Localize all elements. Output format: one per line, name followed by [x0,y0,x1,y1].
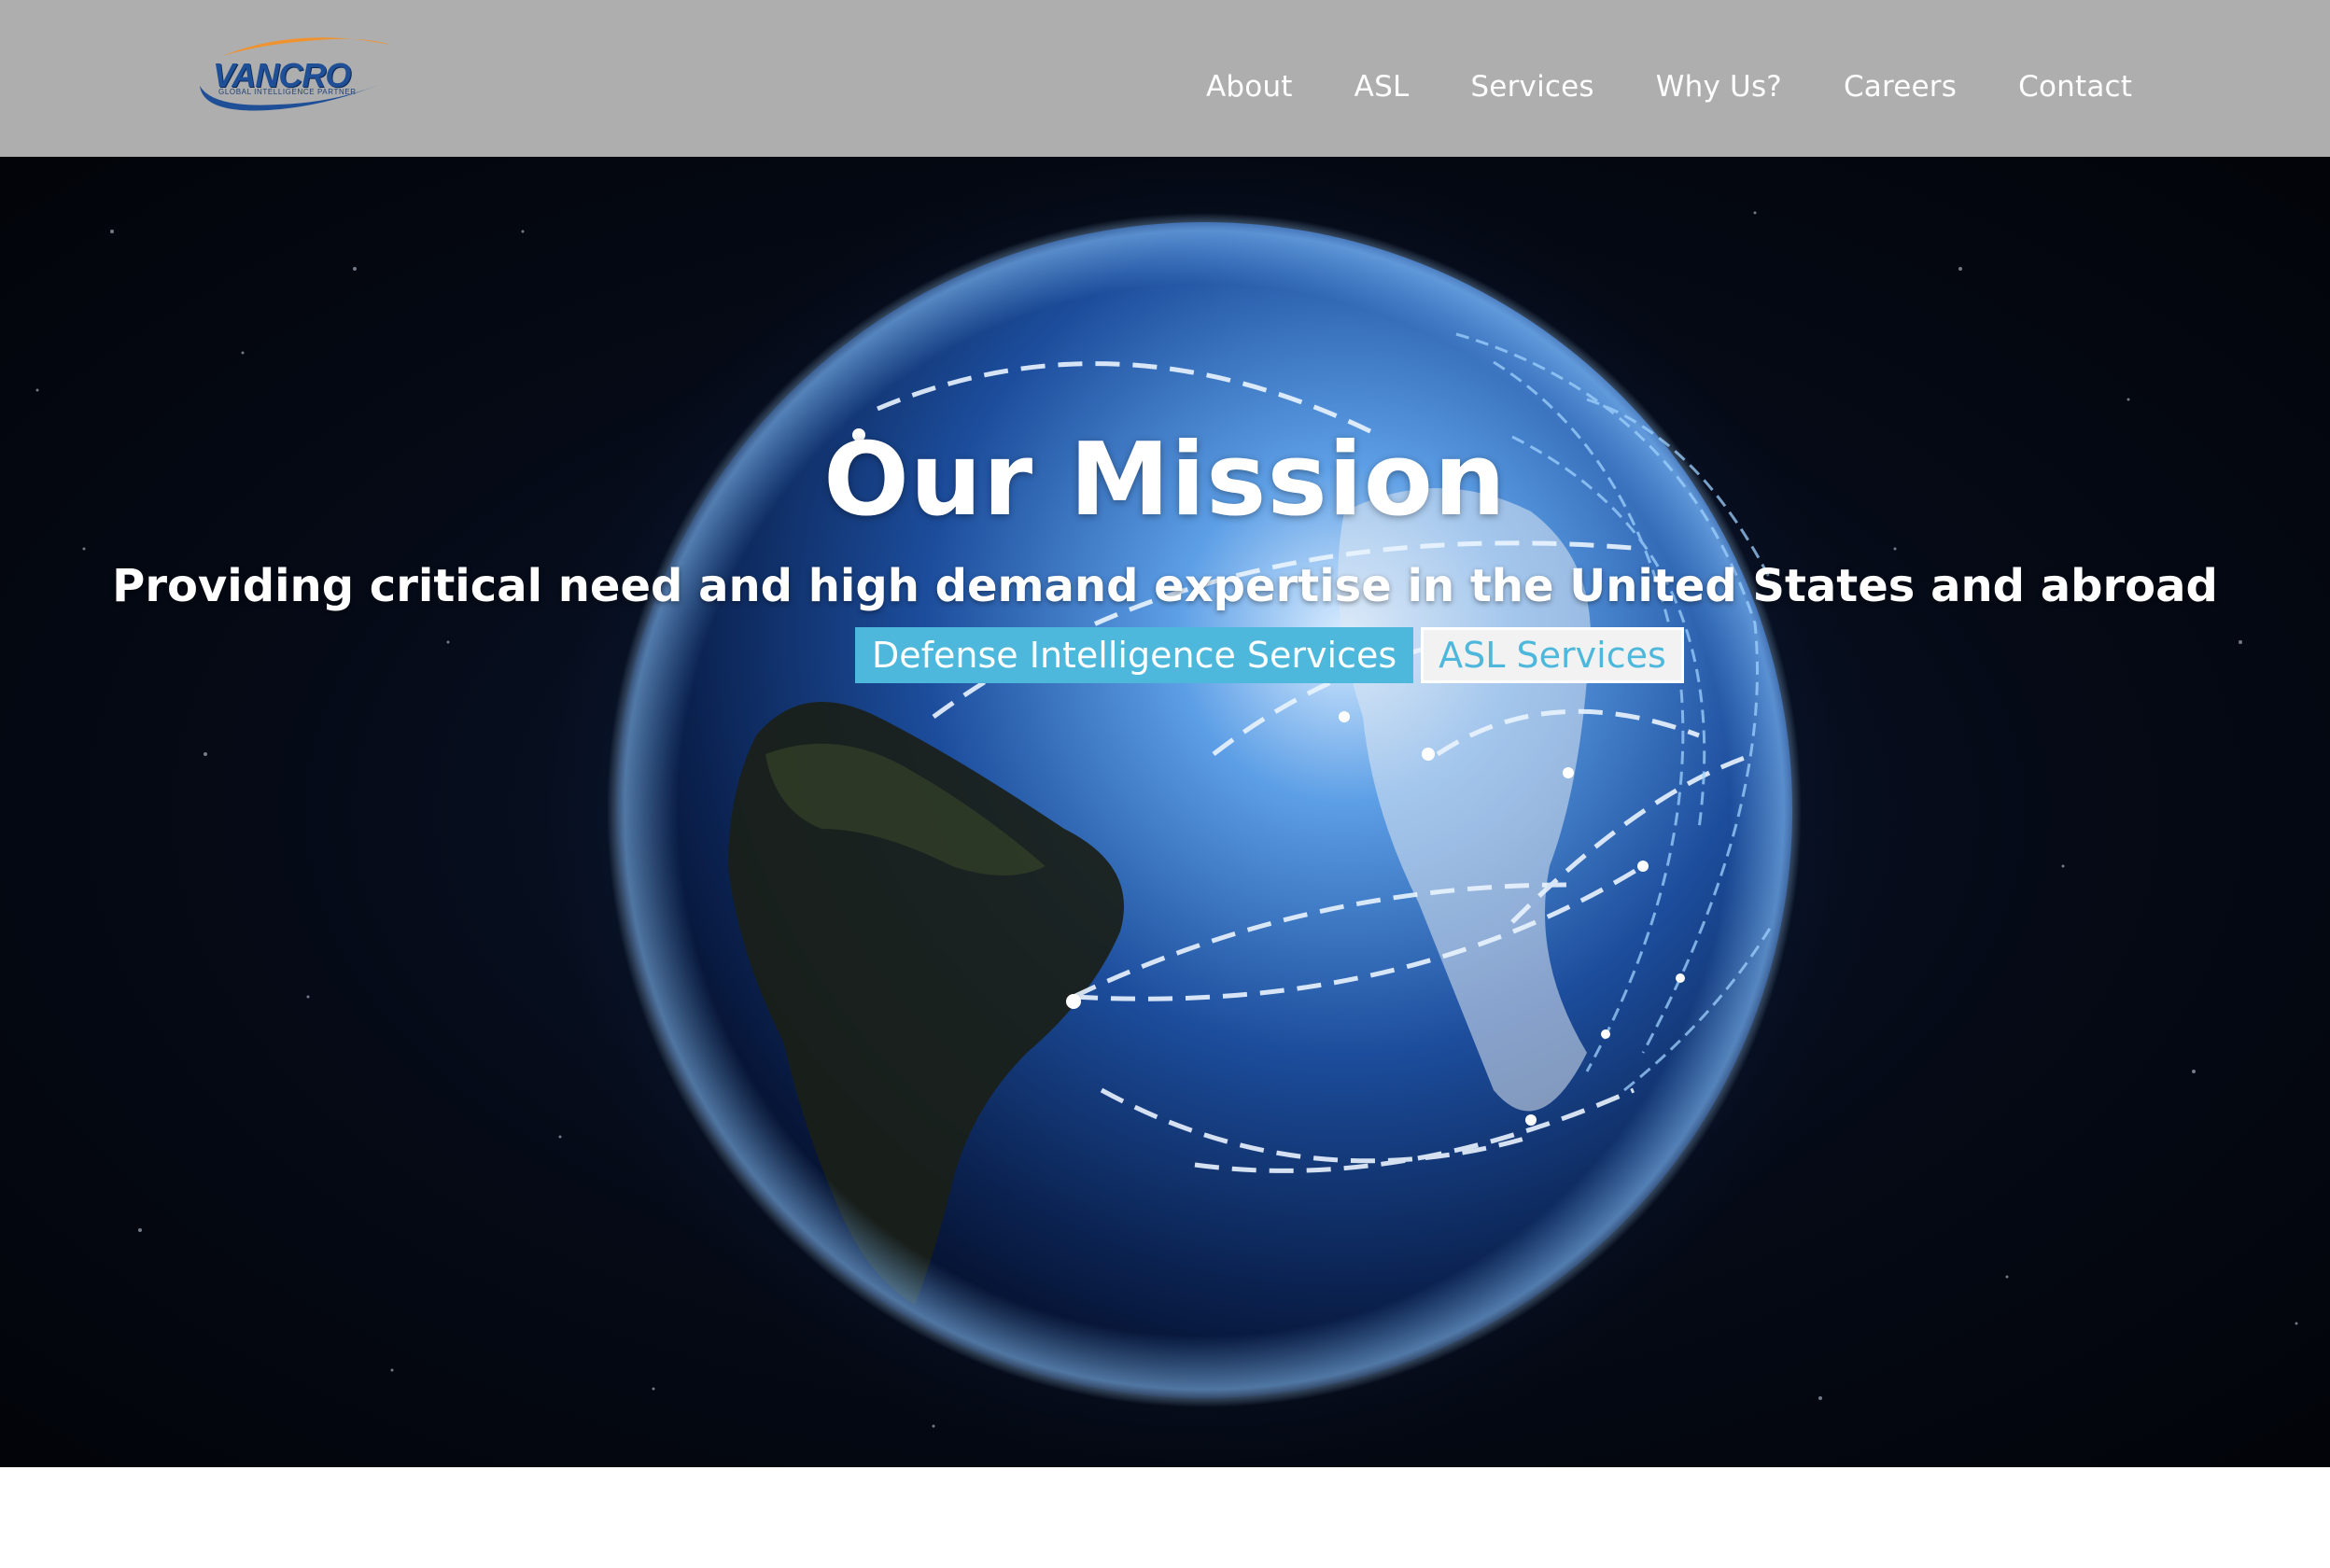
hero-buttons: Defense Intelligence Services ASL Servic… [855,627,1684,683]
defense-intelligence-button[interactable]: Defense Intelligence Services [855,627,1414,683]
hero-subtitle: Providing critical need and high demand … [112,559,2218,612]
logo-tagline: GLOBAL INTELLIGENCE PARTNER [218,88,357,96]
nav-why-us[interactable]: Why Us? [1656,70,1782,104]
nav-asl[interactable]: ASL [1354,70,1410,104]
earth-globe-image [35,157,2298,1467]
nav-about[interactable]: About [1206,70,1293,104]
nav-careers[interactable]: Careers [1844,70,1957,104]
main-nav: About ASL Services Why Us? Careers Conta… [1206,63,2132,110]
hero-title: Our Mission [823,422,1507,539]
nav-contact[interactable]: Contact [2018,70,2132,104]
hero-section: Our Mission Providing critical need and … [0,157,2330,1467]
asl-services-button[interactable]: ASL Services [1421,627,1684,683]
site-header: VANCRO GLOBAL INTELLIGENCE PARTNER About… [0,0,2330,157]
nav-services[interactable]: Services [1470,70,1593,104]
vancro-logo[interactable]: VANCRO GLOBAL INTELLIGENCE PARTNER [194,28,394,114]
